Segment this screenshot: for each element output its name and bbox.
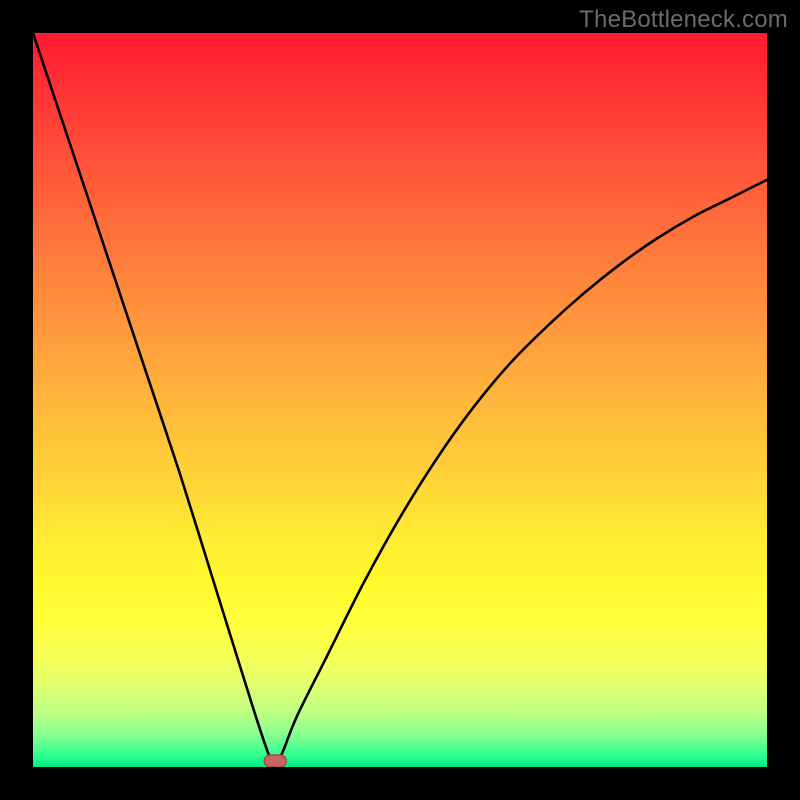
minimum-marker [264, 755, 286, 767]
plot-area [33, 33, 767, 767]
watermark-text: TheBottleneck.com [579, 6, 788, 34]
chart-frame: TheBottleneck.com [0, 0, 800, 800]
bottleneck-curve-svg [33, 33, 767, 767]
bottleneck-curve [33, 33, 767, 767]
